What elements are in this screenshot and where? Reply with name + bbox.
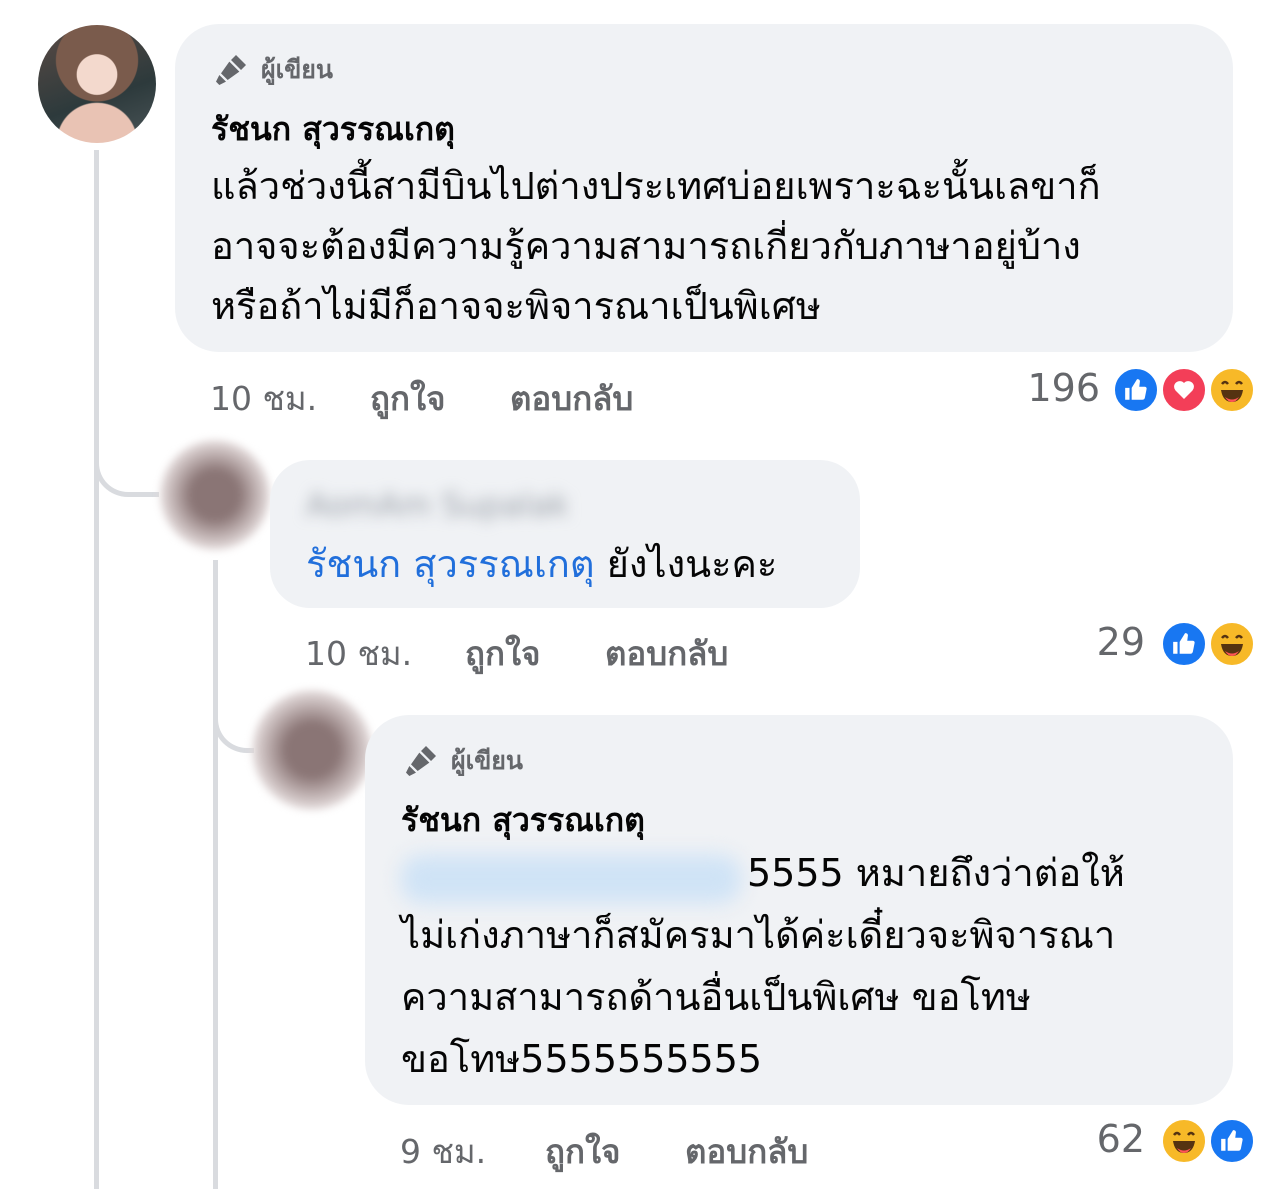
- like-icon: [1160, 620, 1208, 668]
- comment-text-line: 5555 หมายถึงว่าต่อให้: [747, 851, 1125, 895]
- comment-text-line: อาจจะต้องมีความรู้ความสามารถเกี่ยวกับภาษ…: [211, 224, 1081, 268]
- comment-text: รัชนก สุวรรณเกตุ ยังไงนะคะ: [306, 534, 777, 594]
- reaction-count[interactable]: 196: [1000, 366, 1100, 410]
- reaction-count[interactable]: 29: [1045, 620, 1145, 664]
- reply-label: ตอบกลับ: [605, 634, 729, 673]
- comment-text-line: ความสามารถด้านอื่นเป็นพิเศษ ขอโทษ: [401, 975, 1031, 1019]
- like-icon: [1112, 366, 1160, 414]
- haha-icon: [1208, 366, 1256, 414]
- like-icon: [1208, 1117, 1256, 1165]
- comment-bubble: ผู้เขียน รัชนก สุวรรณเกตุ แล้วช่วงนี้สาม…: [175, 24, 1233, 352]
- reply-label: ตอบกลับ: [510, 379, 634, 418]
- author-badge: ผู้เขียน: [401, 741, 523, 781]
- comment-time[interactable]: 9 ชม.: [400, 1125, 486, 1178]
- love-icon: [1160, 366, 1208, 414]
- mention-link[interactable]: รัชนก สุวรรณเกตุ: [306, 542, 595, 586]
- avatar[interactable]: [252, 690, 372, 810]
- comment-text-line: ขอโทษ5555555555: [401, 1037, 763, 1081]
- author-badge: ผู้เขียน: [211, 50, 333, 90]
- comment-text-line: หรือถ้าไม่มีก็อาจจะพิจารณาเป็นพิเศษ: [211, 284, 821, 328]
- reaction-count[interactable]: 62: [1045, 1117, 1145, 1161]
- comment-bubble: AomAm Supalak รัชนก สุวรรณเกตุ ยังไงนะคะ: [270, 460, 860, 608]
- comment-text-line: แล้วช่วงนี้สามีบินไปต่างประเทศบ่อยเพราะฉ…: [211, 164, 1101, 208]
- haha-icon: [1208, 620, 1256, 668]
- like-button[interactable]: ถูกใจ: [545, 1125, 620, 1178]
- comment-text-body: ยังไงนะคะ: [606, 542, 778, 586]
- reply-button[interactable]: ตอบกลับ: [510, 372, 633, 425]
- haha-icon: [1160, 1117, 1208, 1165]
- thread-line-reply: [213, 560, 218, 1189]
- like-label: ถูกใจ: [370, 379, 446, 418]
- reply-label: ตอบกลับ: [685, 1132, 809, 1171]
- like-label: ถูกใจ: [545, 1132, 621, 1171]
- avatar[interactable]: [38, 25, 156, 143]
- like-button[interactable]: ถูกใจ: [465, 627, 540, 680]
- reply-button[interactable]: ตอบกลับ: [685, 1125, 808, 1178]
- comment-bubble: ผู้เขียน รัชนก สุวรรณเกตุ 5555 หมายถึงว่…: [365, 715, 1233, 1105]
- thread-curve-reply2: [213, 690, 254, 753]
- microphone-icon: [216, 55, 246, 85]
- comment-time[interactable]: 10 ชม.: [305, 627, 412, 680]
- comment-author[interactable]: รัชนก สุวรรณเกตุ: [211, 104, 455, 155]
- badge-label: ผู้เขียน: [451, 746, 524, 775]
- microphone-icon: [406, 746, 436, 776]
- like-label: ถูกใจ: [465, 634, 541, 673]
- avatar[interactable]: [160, 440, 270, 550]
- thread-curve-reply1: [94, 420, 159, 497]
- reply-button[interactable]: ตอบกลับ: [605, 627, 728, 680]
- comment-time[interactable]: 10 ชม.: [210, 372, 317, 425]
- blurred-mention: [401, 855, 741, 903]
- badge-label: ผู้เขียน: [261, 55, 334, 84]
- like-button[interactable]: ถูกใจ: [370, 372, 445, 425]
- thread-line-main: [94, 150, 99, 1189]
- comment-text-line: ไม่เก่งภาษาก็สมัครมาได้ค่ะเดี๋ยวจะพิจารณ…: [401, 913, 1116, 957]
- comment-author[interactable]: AomAm Supalak: [306, 486, 569, 524]
- comment-author[interactable]: รัชนก สุวรรณเกตุ: [401, 795, 645, 846]
